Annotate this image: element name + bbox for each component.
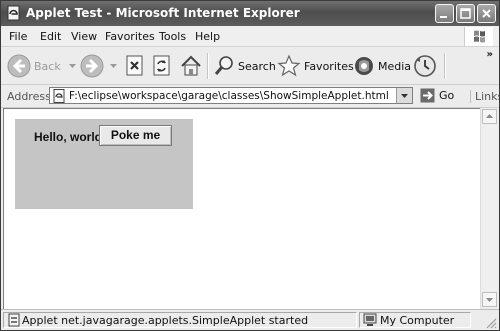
stop-button[interactable]: [125, 52, 145, 80]
applet-label: Hello, world: [34, 130, 103, 144]
scroll-up-icon: [486, 114, 493, 118]
status-bar: Applet net.javagarage.applets.SimpleAppl…: [1, 309, 499, 330]
menu-edit[interactable]: Edit: [40, 30, 61, 43]
address-input[interactable]: F:\eclipse\workspace\garage\classes\Show…: [49, 87, 413, 104]
home-icon: [181, 55, 201, 76]
stop-icon: [126, 55, 143, 76]
menu-favorites[interactable]: Favorites: [105, 30, 155, 43]
search-label: Search: [238, 59, 276, 73]
chevron-down-icon: [401, 94, 408, 98]
media-button[interactable]: Media: [353, 52, 411, 80]
security-zone-pane: My Computer: [359, 312, 471, 328]
refresh-button[interactable]: [152, 52, 172, 80]
toolbar-overflow-chevron[interactable]: »: [487, 49, 493, 60]
chevron-down-icon: [68, 63, 76, 68]
scroll-down-icon: [486, 298, 493, 302]
vertical-scrollbar[interactable]: [480, 108, 498, 308]
links-button[interactable]: Links: [470, 90, 499, 103]
forward-arrow-icon: [80, 54, 104, 78]
go-button[interactable]: Go: [420, 88, 454, 103]
go-arrow-icon: [420, 88, 435, 103]
forward-button[interactable]: [80, 52, 117, 80]
favorites-label: Favorites: [304, 59, 354, 73]
zone-label: My Computer: [380, 314, 455, 327]
page-content: Hello, world Poke me: [3, 108, 480, 309]
search-icon: [214, 56, 233, 75]
menu-bar: File Edit View Favorites Tools Help: [1, 26, 499, 47]
toolbar-separator: [444, 53, 446, 79]
menu-view[interactable]: View: [71, 30, 97, 43]
history-button[interactable]: [413, 52, 437, 80]
search-button[interactable]: Search: [213, 52, 276, 80]
toolbar-separator: [207, 53, 209, 79]
back-label: Back: [34, 59, 61, 73]
maximize-button[interactable]: [456, 4, 475, 23]
menu-file[interactable]: File: [9, 30, 27, 43]
close-button[interactable]: [477, 4, 496, 23]
go-label: Go: [439, 89, 455, 102]
window-title: Applet Test - Microsoft Internet Explore…: [26, 6, 300, 20]
star-icon: [277, 54, 301, 77]
applet-panel: Hello, world Poke me: [15, 119, 193, 209]
chevron-down-icon: [110, 63, 117, 68]
address-bar: Address F:\eclipse\workspace\garage\clas…: [1, 85, 499, 108]
address-dropdown-button[interactable]: [396, 88, 412, 103]
browser-window: Applet Test - Microsoft Internet Explore…: [0, 0, 500, 331]
applet-status-icon: [8, 313, 20, 327]
favorites-button[interactable]: Favorites: [277, 52, 354, 80]
resize-grip-icon[interactable]: [485, 317, 497, 329]
scroll-up-button[interactable]: [482, 109, 497, 124]
back-button[interactable]: Back: [7, 52, 76, 80]
poke-me-button[interactable]: Poke me: [99, 125, 172, 146]
menu-tools[interactable]: Tools: [159, 30, 186, 43]
status-message: Applet net.javagarage.applets.SimpleAppl…: [22, 314, 309, 327]
refresh-icon: [153, 55, 170, 76]
ie-page-icon: [7, 5, 20, 21]
history-icon: [414, 55, 436, 77]
maximize-icon: [460, 8, 471, 19]
status-message-pane: Applet net.javagarage.applets.SimpleAppl…: [3, 312, 357, 328]
title-bar[interactable]: Applet Test - Microsoft Internet Explore…: [1, 1, 499, 26]
close-icon: [482, 9, 491, 18]
address-label: Address: [7, 90, 51, 103]
home-button[interactable]: [179, 52, 203, 80]
minimize-button[interactable]: [435, 4, 454, 23]
menu-help[interactable]: Help: [195, 30, 220, 43]
scroll-down-button[interactable]: [482, 292, 497, 307]
minimize-icon: [440, 16, 447, 18]
address-url: F:\eclipse\workspace\garage\classes\Show…: [69, 90, 389, 102]
media-label: Media: [378, 59, 412, 73]
page-icon: [53, 89, 65, 103]
windows-logo-icon: [464, 27, 493, 46]
media-icon: [355, 57, 373, 75]
standard-toolbar: Back Search Favorites Media »: [1, 47, 499, 85]
back-arrow-icon: [7, 54, 31, 78]
computer-icon: [363, 313, 377, 326]
